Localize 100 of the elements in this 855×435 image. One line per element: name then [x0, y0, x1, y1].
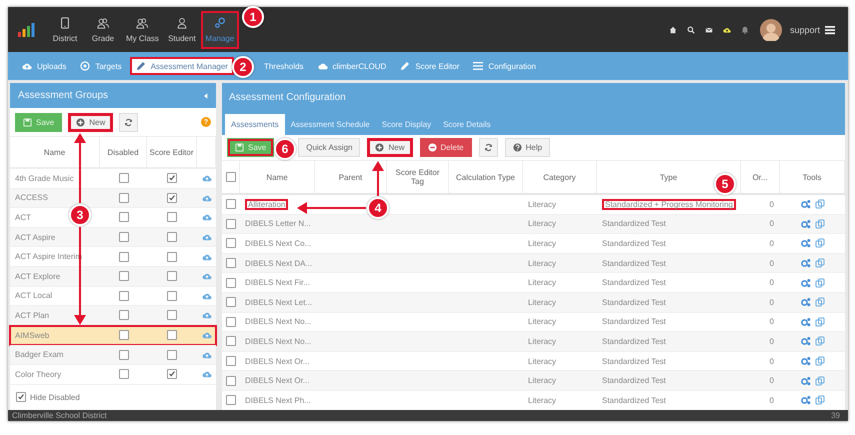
save-button[interactable]: Save — [227, 138, 274, 157]
gears-icon[interactable] — [800, 297, 810, 308]
copy-icon[interactable] — [814, 278, 824, 288]
checkbox[interactable] — [226, 316, 236, 327]
delete-button[interactable]: Delete — [420, 138, 472, 157]
checkbox[interactable] — [118, 350, 128, 360]
gears-icon[interactable] — [800, 278, 810, 288]
checkbox[interactable] — [226, 218, 236, 229]
nav-tab[interactable]: Manage — [200, 10, 239, 48]
checkbox[interactable] — [167, 212, 177, 222]
collapse-icon[interactable] — [204, 92, 208, 98]
copy-icon[interactable] — [814, 297, 824, 308]
checkbox[interactable] — [118, 310, 128, 320]
copy-icon[interactable] — [814, 218, 824, 229]
checkbox[interactable] — [118, 369, 128, 380]
user-name[interactable]: support — [790, 24, 820, 34]
home-icon[interactable] — [668, 26, 677, 34]
subnav-tab[interactable]: climberCLOUD — [312, 57, 392, 75]
gears-icon[interactable] — [800, 199, 810, 210]
help-button[interactable]: Help — [504, 138, 550, 157]
checkbox[interactable] — [167, 330, 177, 340]
checkbox[interactable] — [118, 232, 128, 242]
copy-icon[interactable] — [814, 199, 824, 210]
checkbox[interactable] — [167, 173, 177, 184]
gears-icon[interactable] — [800, 395, 810, 406]
checkbox[interactable] — [118, 271, 128, 282]
gears-icon[interactable] — [800, 258, 810, 268]
new-button[interactable]: New — [68, 112, 114, 132]
checkbox[interactable] — [167, 252, 177, 262]
refresh-button[interactable] — [119, 112, 138, 132]
subnav-tab[interactable]: Configuration — [467, 57, 542, 75]
checkbox[interactable] — [118, 212, 128, 222]
checkbox[interactable] — [226, 297, 236, 308]
cloud-upload-icon[interactable] — [722, 26, 731, 34]
gears-icon[interactable] — [800, 336, 810, 346]
subnav-tab[interactable]: Targets — [74, 57, 128, 75]
tab[interactable]: Assessments — [225, 114, 285, 135]
checkbox[interactable] — [167, 290, 177, 301]
nav-tab[interactable]: My Class — [122, 10, 163, 48]
checkbox[interactable] — [226, 199, 236, 210]
checkbox[interactable] — [226, 278, 236, 288]
quick-assign-button[interactable]: Quick Assign — [298, 138, 360, 157]
table-row[interactable]: ACT Aspire — [10, 228, 216, 248]
checkbox[interactable] — [16, 392, 26, 402]
table-row[interactable]: ACT Explore — [10, 266, 216, 287]
checkbox[interactable] — [118, 330, 128, 340]
tab[interactable]: Score Display — [376, 114, 438, 135]
checkbox[interactable] — [118, 290, 128, 301]
table-row[interactable]: Badger Exam — [10, 345, 216, 365]
nav-tab[interactable]: Student — [162, 10, 201, 48]
checkbox[interactable] — [167, 232, 177, 242]
copy-icon[interactable] — [814, 238, 824, 248]
checkbox[interactable] — [226, 336, 236, 346]
checkbox[interactable] — [226, 356, 236, 366]
copy-icon[interactable] — [814, 336, 824, 346]
checkbox[interactable] — [167, 350, 177, 360]
checkbox[interactable] — [118, 192, 128, 203]
nav-tab[interactable]: Grade — [84, 10, 122, 48]
table-row[interactable]: ACT Plan — [10, 306, 216, 326]
checkbox[interactable] — [167, 310, 177, 320]
tab[interactable]: Assessment Schedule — [284, 114, 376, 135]
copy-icon[interactable] — [814, 395, 824, 406]
new-button[interactable]: New — [367, 138, 412, 157]
subnav-tab[interactable]: Thresholds — [258, 58, 310, 74]
tab[interactable]: Score Details — [437, 114, 497, 135]
avatar-icon[interactable] — [760, 18, 782, 40]
checkbox[interactable] — [226, 376, 236, 386]
search-icon[interactable] — [686, 26, 695, 34]
nav-tab[interactable]: District — [46, 10, 84, 48]
gears-icon[interactable] — [800, 218, 810, 229]
checkbox[interactable] — [167, 271, 177, 282]
checkbox[interactable] — [226, 258, 236, 268]
subnav-tab[interactable]: Assessment Manager — [130, 57, 234, 75]
bell-icon[interactable] — [740, 26, 749, 34]
table-row[interactable]: Color Theory — [10, 364, 216, 385]
checkbox[interactable] — [167, 369, 177, 380]
subnav-tab[interactable]: Uploads — [16, 57, 72, 75]
subnav-tab[interactable]: Score Editor — [394, 57, 466, 75]
copy-icon[interactable] — [814, 258, 824, 268]
table-row[interactable]: AIMSweb — [10, 326, 216, 346]
arrow — [372, 161, 384, 196]
gears-icon[interactable] — [800, 316, 810, 327]
menu-icon[interactable] — [825, 24, 835, 34]
envelope-icon[interactable] — [704, 26, 713, 34]
table-row[interactable]: ACCESS — [10, 188, 216, 208]
copy-icon[interactable] — [814, 316, 824, 327]
checkbox[interactable] — [167, 192, 177, 203]
checkbox[interactable] — [226, 238, 236, 248]
checkbox[interactable] — [118, 173, 128, 184]
copy-icon[interactable] — [814, 356, 824, 366]
refresh-button[interactable] — [478, 138, 498, 157]
checkbox[interactable] — [226, 172, 236, 182]
save-button[interactable]: Save — [15, 112, 62, 132]
checkbox[interactable] — [118, 252, 128, 262]
copy-icon[interactable] — [814, 376, 824, 386]
checkbox[interactable] — [226, 395, 236, 406]
gears-icon[interactable] — [800, 356, 810, 366]
table-cell: DIBELS Next No... — [245, 317, 312, 326]
gears-icon[interactable] — [800, 238, 810, 248]
gears-icon[interactable] — [800, 376, 810, 386]
